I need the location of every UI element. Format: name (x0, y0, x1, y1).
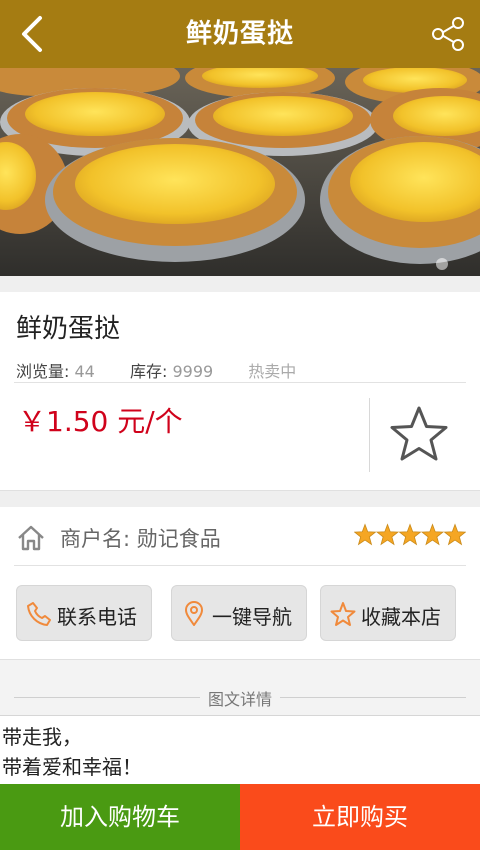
views-stat: 浏览量: 44 (16, 358, 95, 382)
merchant-card: 商户名: 勋记食品 联系电话 一键导航 收藏本店 (0, 507, 480, 660)
star-outline-icon (390, 406, 448, 461)
merchant-label: 商户名: (60, 527, 131, 551)
divider (14, 565, 466, 566)
rating-star-icon (354, 523, 377, 546)
home-icon (18, 525, 44, 551)
star-outline-icon (330, 602, 356, 626)
rating-star-icon (420, 523, 445, 546)
add-to-cart-button[interactable]: 加入购物车 (0, 784, 240, 850)
bottom-action-bar: 加入购物车 立即购买 (0, 784, 480, 850)
merchant-name[interactable]: 商户名: 勋记食品 (60, 523, 221, 553)
contact-phone-label: 联系电话 (57, 605, 137, 629)
location-pin-icon (185, 601, 203, 626)
share-icon (432, 17, 464, 51)
product-image[interactable] (0, 68, 480, 276)
rating-star-icon (443, 523, 466, 546)
sale-status: 热卖中 (248, 362, 297, 381)
rating-star-group (354, 523, 466, 546)
favorite-product-button[interactable] (386, 402, 452, 468)
stock-label: 库存: (129, 362, 168, 381)
carousel-indicator (436, 258, 448, 270)
top-bar: 鲜奶蛋挞 (0, 0, 480, 68)
rating-star-icon (375, 523, 400, 546)
favorite-shop-label: 收藏本店 (361, 605, 441, 629)
product-meta: 浏览量: 44 库存: 9999 热卖中 (16, 358, 296, 382)
page-title: 鲜奶蛋挞 (185, 19, 294, 49)
detail-tab[interactable]: 图文详情 (0, 660, 480, 716)
contact-phone-button[interactable]: 联系电话 (16, 585, 152, 641)
spacer (0, 276, 480, 292)
rating-star-icon (398, 523, 422, 546)
spacer (0, 491, 480, 507)
stock-stat: 库存: 9999 (130, 358, 213, 382)
detail-tab-title: 图文详情 (199, 690, 280, 709)
stock-value: 9999 (172, 362, 214, 381)
description-line: 带走我， (2, 725, 82, 749)
navigation-label: 一键导航 (212, 605, 292, 629)
navigation-button[interactable]: 一键导航 (171, 585, 307, 641)
divider (369, 398, 370, 472)
share-button[interactable] (428, 14, 468, 54)
views-value: 44 (74, 362, 95, 381)
detail-description: 带走我， 带着爱和幸福！ (2, 722, 142, 782)
divider (14, 382, 466, 383)
favorite-shop-button[interactable]: 收藏本店 (320, 585, 456, 641)
merchant-rating-stars (354, 523, 466, 546)
views-label: 浏览量: (16, 362, 70, 381)
buy-now-button[interactable]: 立即购买 (240, 784, 480, 850)
product-price: ￥1.50 元/个 (18, 405, 183, 438)
detail-section: 图文详情 带走我， 带着爱和幸福！ (0, 660, 480, 784)
phone-icon (27, 602, 51, 626)
product-name: 鲜奶蛋挞 (16, 314, 121, 344)
description-line: 带着爱和幸福！ (2, 755, 142, 779)
merchant-name-value: 勋记食品 (136, 527, 221, 551)
product-info-card: 鲜奶蛋挞 浏览量: 44 库存: 9999 热卖中 ￥1.50 元/个 (0, 292, 480, 491)
